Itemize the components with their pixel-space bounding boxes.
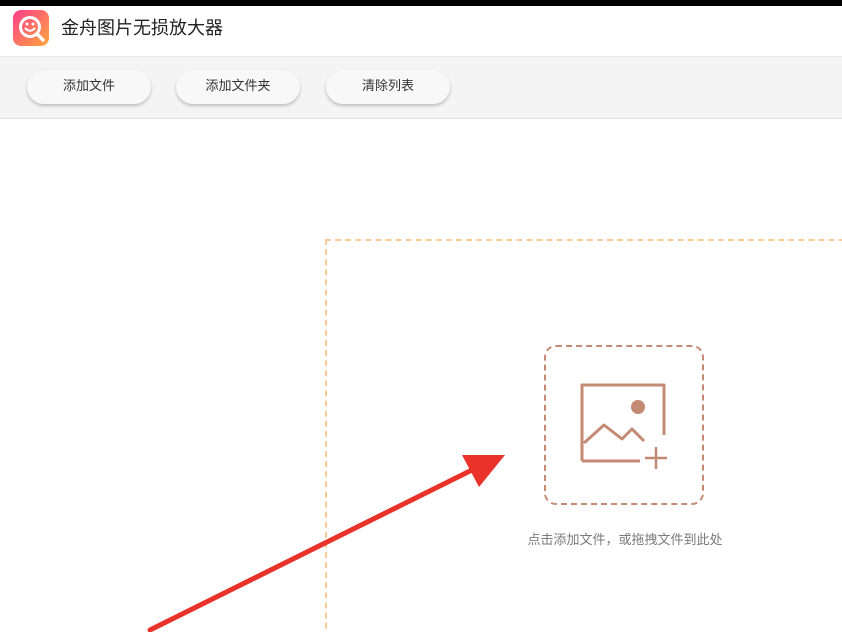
app-title: 金舟图片无损放大器 [61, 18, 223, 39]
add-image-button[interactable] [544, 345, 704, 505]
app-logo-icon [13, 10, 49, 46]
drop-hint-text: 点击添加文件，或拖拽文件到此处 [527, 533, 723, 548]
toolbar: 添加文件 添加文件夹 清除列表 [0, 57, 842, 119]
image-add-icon [580, 383, 667, 469]
add-file-button[interactable]: 添加文件 [27, 70, 151, 104]
file-list-area: 点击添加文件，或拖拽文件到此处 [0, 119, 842, 632]
title-bar: 金舟图片无损放大器 [0, 6, 842, 57]
app-window: 金舟图片无损放大器 添加文件 添加文件夹 清除列表 点击添加文件，或拖拽文件到此… [0, 6, 842, 632]
clear-list-button[interactable]: 清除列表 [326, 70, 450, 104]
add-folder-button[interactable]: 添加文件夹 [176, 70, 300, 104]
